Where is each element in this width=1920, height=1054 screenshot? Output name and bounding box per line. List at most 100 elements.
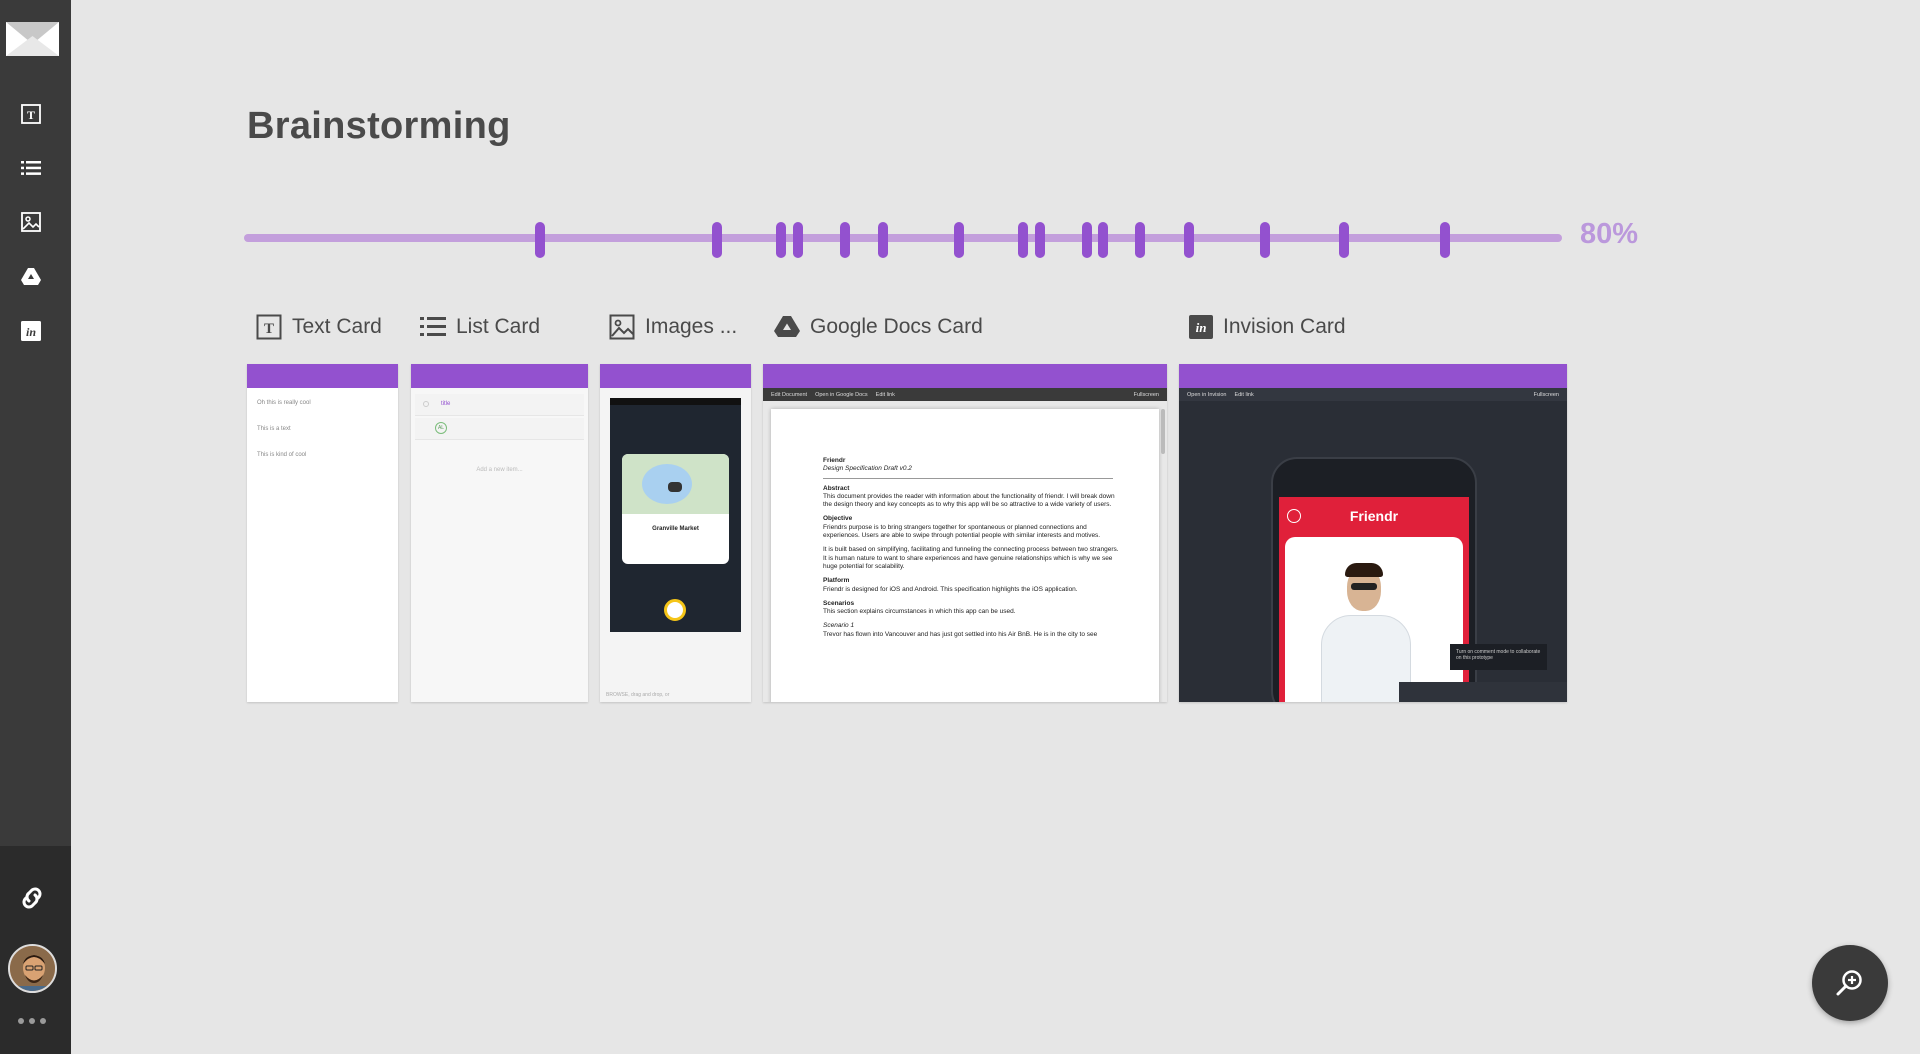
card-header-label: Text Card (292, 315, 382, 338)
docs-toolbar: Edit Document Open in Google Docs Edit l… (763, 388, 1167, 401)
upload-hint: BROWSE, drag and drop, or (606, 692, 670, 698)
list-icon (420, 317, 446, 336)
timeline-marker[interactable] (1018, 222, 1028, 258)
text-line: This is a text (257, 426, 291, 432)
list-item[interactable]: title (415, 394, 584, 416)
timeline-marker[interactable] (1440, 222, 1450, 258)
assignee-badge: AL (435, 422, 447, 434)
card-header-label: Google Docs Card (810, 315, 983, 338)
timeline-marker[interactable] (793, 222, 803, 258)
open-in-invision-link[interactable]: Open in Invision (1187, 392, 1226, 398)
timeline-marker[interactable] (1184, 222, 1194, 258)
doc-heading: Abstract (823, 484, 850, 492)
image-icon (609, 314, 635, 340)
images-card[interactable]: Granville Market BROWSE, drag and drop, … (600, 364, 751, 702)
doc-paragraph: This document provides the reader with i… (823, 492, 1115, 509)
phone-screenshot-image: Granville Market (610, 398, 741, 632)
user-avatar[interactable] (8, 944, 57, 993)
timeline-marker[interactable] (878, 222, 888, 258)
google-drive-icon[interactable] (20, 266, 42, 288)
text-card-icon[interactable]: T (20, 103, 42, 125)
text-line: Oh this is really cool (257, 400, 311, 406)
card-header-label: List Card (456, 315, 541, 338)
card-header-invision[interactable]: in Invision Card (1189, 312, 1346, 342)
card-accent-bar (1179, 364, 1567, 388)
progress-percent: 80% (1580, 218, 1639, 250)
timeline-marker[interactable] (1339, 222, 1349, 258)
open-in-google-docs-link[interactable]: Open in Google Docs (815, 392, 868, 398)
text-card[interactable]: Oh this is really cool This is a text Th… (247, 364, 398, 702)
doc-subtitle: Design Specification Draft v0.2 (823, 465, 1113, 479)
invision-icon: in (1189, 315, 1213, 339)
card-accent-bar (763, 364, 1167, 388)
app-logo[interactable] (6, 22, 59, 56)
card-accent-bar (600, 364, 751, 388)
fullscreen-button[interactable]: Fullscreen (1134, 392, 1159, 398)
list-icon[interactable] (20, 157, 42, 179)
invision-bottom-bar (1399, 682, 1567, 702)
fullscreen-button[interactable]: Fullscreen (1534, 392, 1559, 398)
zoom-in-icon (1836, 970, 1862, 996)
invision-card[interactable]: Open in Invision Edit link Fullscreen Fr… (1179, 364, 1567, 702)
doc-heading: Scenario 1 (823, 622, 855, 630)
timeline-marker[interactable] (1260, 222, 1270, 258)
timeline-marker[interactable] (1035, 222, 1045, 258)
doc-paragraph: Trevor has flown into Vancouver and has … (823, 630, 1098, 638)
card-accent-bar (247, 364, 398, 388)
add-item-placeholder[interactable]: Add a new item... (411, 467, 588, 473)
doc-paragraph: This section explains circumstances in w… (823, 608, 1016, 616)
edit-document-link[interactable]: Edit Document (771, 392, 807, 398)
svg-text:in: in (26, 325, 36, 339)
timeline-marker[interactable] (535, 222, 545, 258)
doc-heading: Objective (823, 515, 853, 523)
card-header-text[interactable]: T Text Card (256, 312, 382, 342)
card-header-label: Invision Card (1223, 315, 1346, 338)
document-page: Friendr Design Specification Draft v0.2 … (771, 409, 1159, 702)
google-drive-icon (774, 316, 800, 337)
timeline-marker[interactable] (840, 222, 850, 258)
edit-link[interactable]: Edit link (876, 392, 895, 398)
zoom-in-button[interactable] (1812, 945, 1888, 1021)
prototype-title: Friendr (1349, 508, 1399, 524)
image-icon[interactable] (20, 211, 42, 233)
sidebar: T in (0, 0, 71, 1054)
doc-scrollbar[interactable] (1161, 409, 1165, 454)
list-item-text: title (441, 401, 451, 407)
doc-heading: Scenarios (823, 599, 855, 607)
svg-text:T: T (264, 321, 274, 337)
prototype-screen[interactable]: Friendr (1279, 497, 1469, 702)
doc-heading: Platform (823, 577, 850, 585)
google-docs-card[interactable]: Edit Document Open in Google Docs Edit l… (763, 364, 1167, 702)
svg-text:in: in (1196, 320, 1207, 335)
timeline-marker[interactable] (776, 222, 786, 258)
invision-toolbar: Open in Invision Edit link Fullscreen (1179, 388, 1567, 401)
list-item[interactable]: AL (415, 418, 584, 440)
more-menu-icon[interactable] (18, 1018, 48, 1028)
timeline-track[interactable] (244, 234, 1562, 242)
profile-photo (1285, 537, 1463, 702)
card-header-list[interactable]: List Card (420, 312, 540, 342)
timeline-marker[interactable] (712, 222, 722, 258)
share-link-icon[interactable] (18, 884, 46, 912)
place-name: Granville Market (652, 526, 699, 532)
invision-icon[interactable]: in (20, 320, 42, 342)
edit-link[interactable]: Edit link (1234, 392, 1253, 398)
card-header-label: Images ... (645, 315, 738, 338)
timeline-marker[interactable] (954, 222, 964, 258)
doc-paragraph: It is built based on simplifying, facili… (823, 546, 1119, 570)
doc-title: Friendr (823, 457, 846, 464)
card-header-google-docs[interactable]: Google Docs Card (774, 312, 983, 342)
card-accent-bar (411, 364, 588, 388)
timeline-marker[interactable] (1135, 222, 1145, 258)
text-line: This is kind of cool (257, 452, 307, 458)
card-header-images[interactable]: Images ... (609, 312, 737, 342)
text-card-icon: T (256, 314, 282, 340)
doc-paragraph: Friendr is designed for iOS and Android.… (823, 585, 1078, 593)
timeline-marker[interactable] (1082, 222, 1092, 258)
list-card[interactable]: title AL Add a new item... (411, 364, 588, 702)
svg-text:T: T (27, 108, 35, 122)
comment-tooltip: Turn on comment mode to collaborate on t… (1450, 644, 1547, 670)
timeline-marker[interactable] (1098, 222, 1108, 258)
page-title: Brainstorming (247, 105, 511, 147)
doc-paragraph: Friendrs purpose is to bring strangers t… (823, 523, 1101, 540)
